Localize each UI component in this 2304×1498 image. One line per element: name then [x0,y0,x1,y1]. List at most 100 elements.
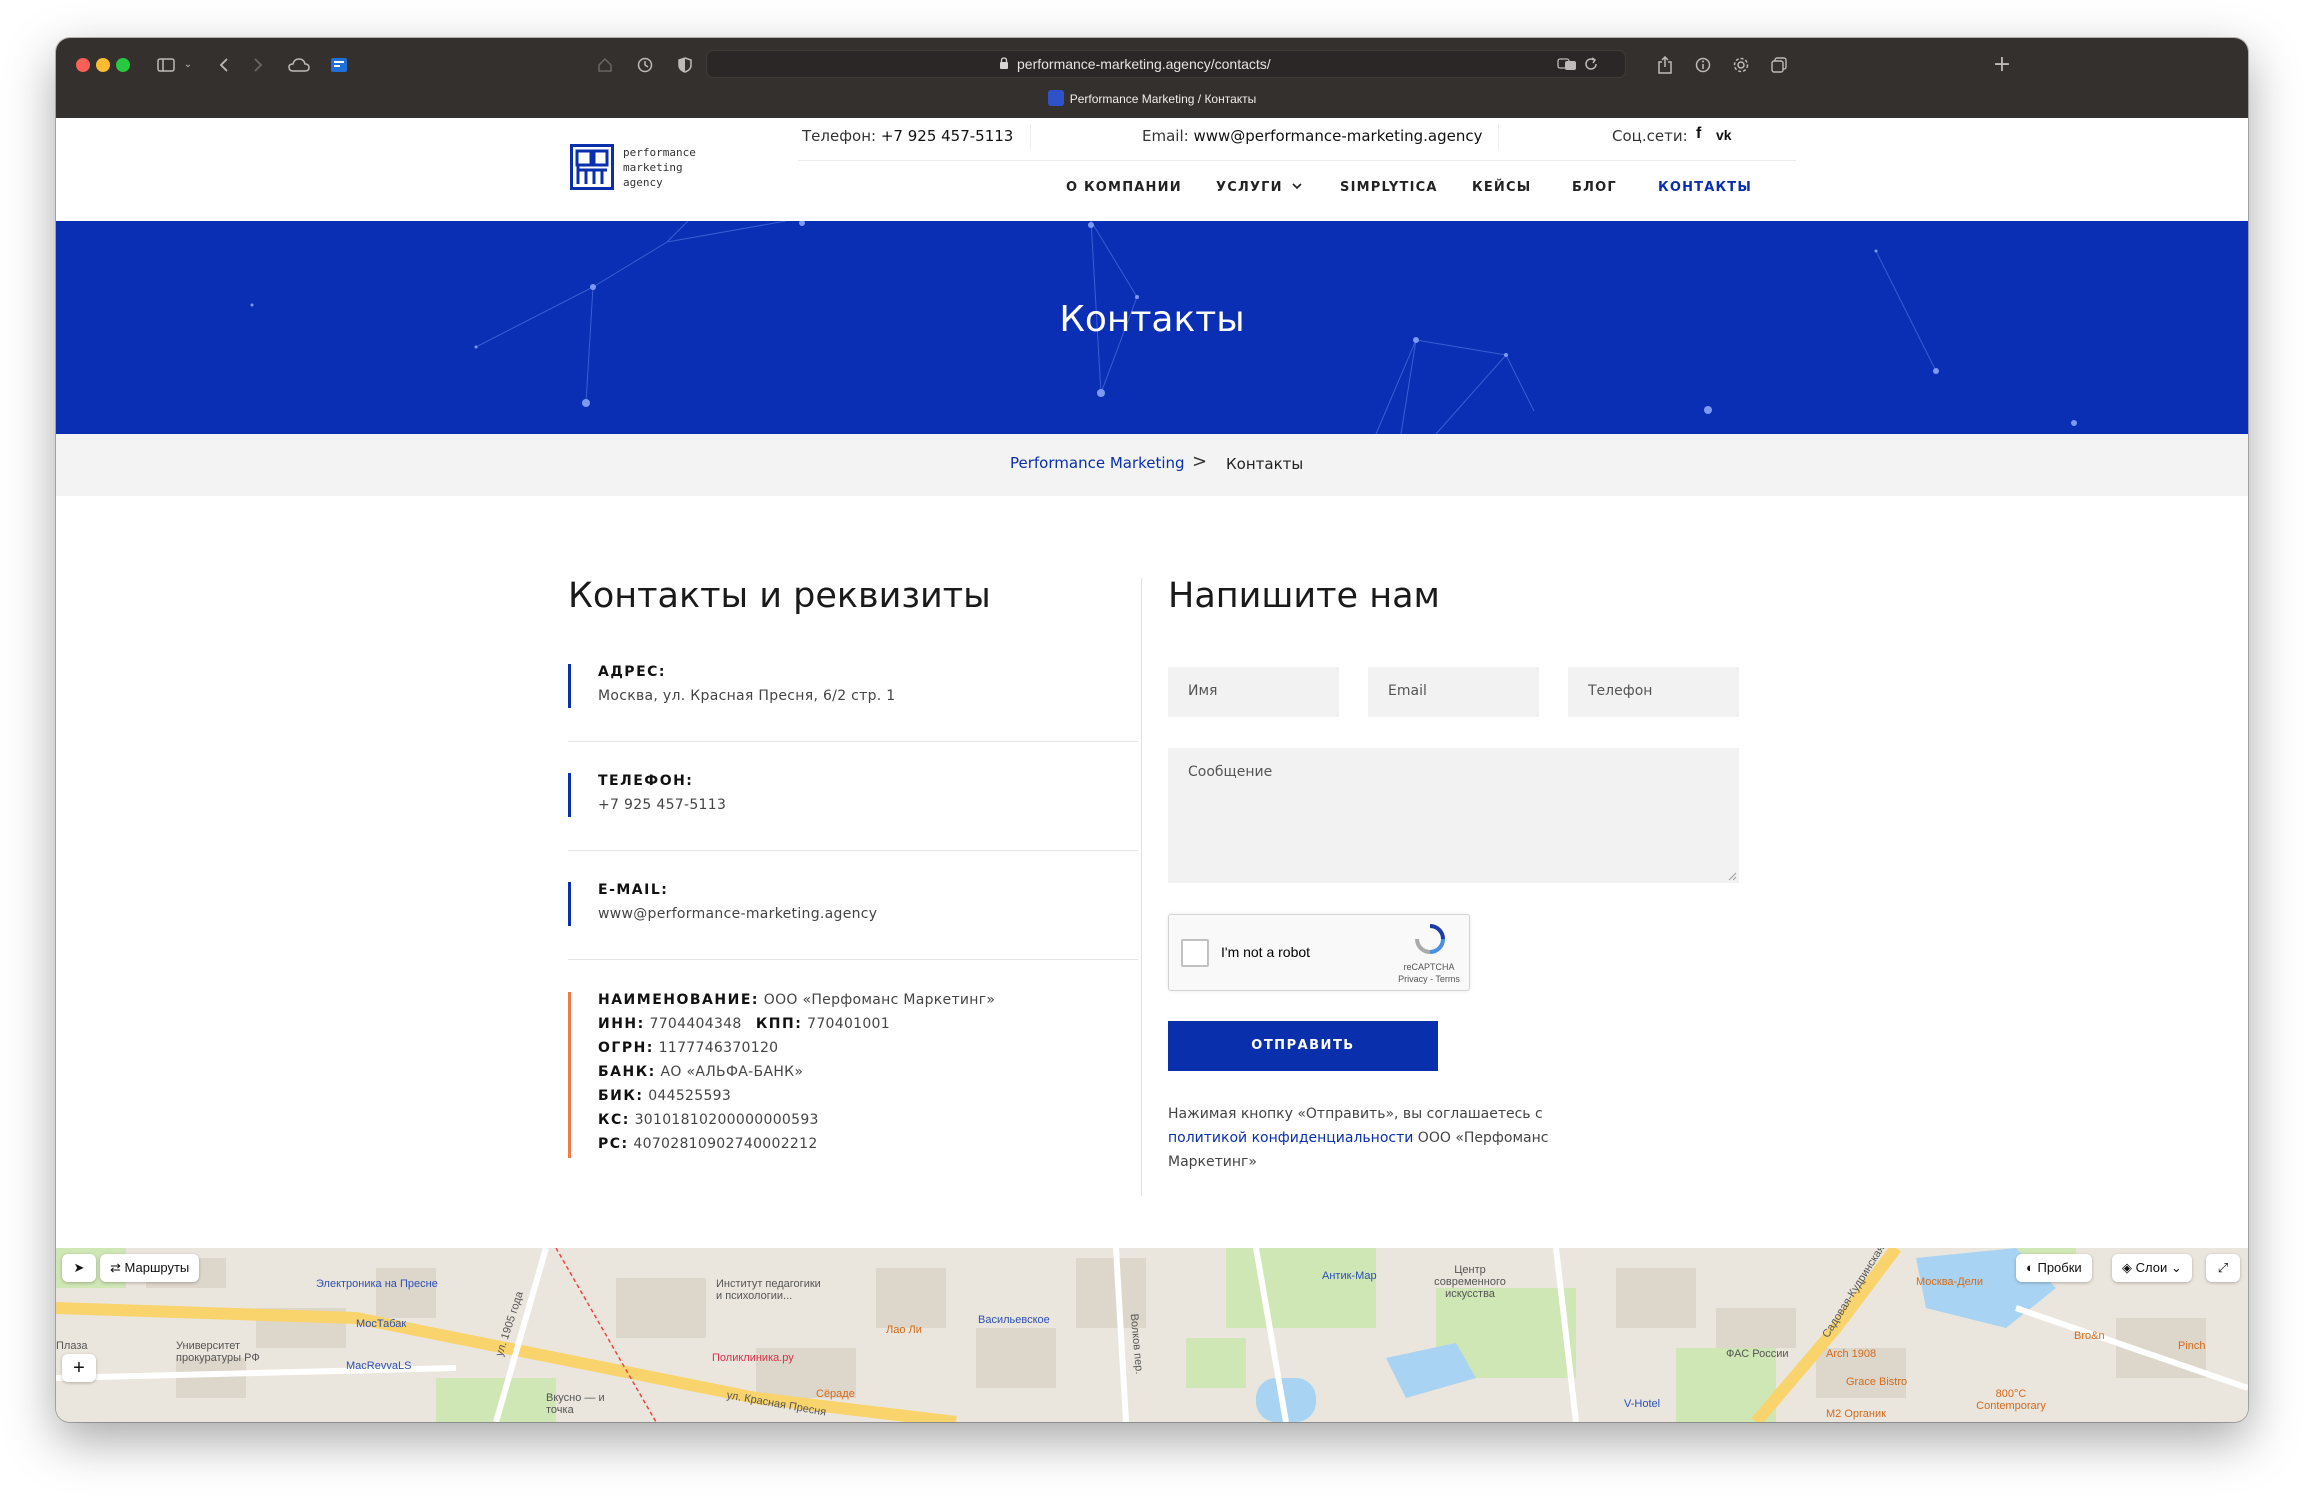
zoom-window-button[interactable] [116,58,130,72]
chevron-down-icon [1292,183,1303,190]
requisite-key: КС: [598,1112,630,1128]
share-icon[interactable] [1654,52,1676,78]
map-place[interactable]: 800°C Contemporary [1966,1388,2056,1412]
requisite-key: РС: [598,1136,629,1152]
email-value[interactable]: www@performance-marketing.agency [598,906,877,922]
nav-services-label: УСЛУГИ [1216,180,1283,195]
address-bar[interactable]: performance-marketing.agency/contacts/ [706,50,1626,78]
name-input[interactable]: Имя [1168,667,1339,717]
minimize-window-button[interactable] [96,58,110,72]
vk-icon[interactable]: vk [1716,127,1732,143]
map-place[interactable]: Центр современного искусства [1420,1264,1520,1300]
message-textarea[interactable]: Сообщение [1168,748,1739,883]
layers-button[interactable]: ◈ Слои ⌄ [2112,1254,2192,1282]
policy-link[interactable]: политикой конфиденциальности [1168,1130,1413,1146]
header-email[interactable]: Email: www@performance-marketing.agency [1142,127,1483,145]
nav-contacts[interactable]: КОНТАКТЫ [1658,180,1752,195]
map-place[interactable]: Плаза [56,1340,87,1352]
recaptcha-checkbox[interactable] [1181,939,1209,967]
requisite-value: 770401001 [807,1016,890,1032]
hero-banner: Контакты [56,221,2248,434]
lock-icon [1000,57,1008,69]
recaptcha-logo-icon [1415,924,1445,954]
map[interactable]: ➤ ⇄ Маршруты + ◐ Пробки ◈ Слои ⌄ ⤢ Элект… [56,1248,2248,1422]
accent-bar [568,773,571,817]
email-input[interactable]: Email [1368,667,1539,717]
header-phone[interactable]: Телефон: +7 925 457-5113 [802,127,1013,145]
requisite-value: 30101810200000000593 [634,1112,819,1128]
map-place[interactable]: Grace Bistro [1846,1376,1907,1388]
map-place[interactable]: Сёраде [816,1388,855,1400]
requisites-block: НАИМЕНОВАНИЕ: ООО «Перфоманс Маркетинг» … [568,992,1138,1158]
map-place[interactable]: ФАС России [1726,1348,1788,1360]
recaptcha-info: reCAPTCHA Privacy - Terms [1397,961,1461,985]
header-divider [798,160,1796,161]
resize-handle-icon[interactable] [1727,871,1737,881]
breadcrumb-home-link[interactable]: Performance Marketing [1010,454,1185,472]
map-place[interactable]: Pinch [2178,1340,2206,1352]
map-place[interactable]: Bro&n [2074,1330,2105,1342]
icloud-tabs-icon[interactable] [286,52,312,78]
logo-text[interactable]: performance marketing agency [623,145,696,190]
tabs-overview-icon[interactable] [1768,52,1790,78]
requisite-value: АО «АЛЬФА-БАНК» [660,1064,804,1080]
zoom-in-button[interactable]: + [62,1354,96,1382]
divider [1498,124,1499,150]
nav-cases[interactable]: КЕЙСЫ [1472,180,1531,195]
map-place[interactable]: Университет прокуратуры РФ [176,1340,296,1364]
map-place[interactable]: MacRevvaLS [346,1360,411,1372]
recaptcha-links[interactable]: Privacy - Terms [1397,973,1461,985]
map-place[interactable]: Васильевское [978,1314,1050,1326]
fullscreen-button[interactable]: ⤢ [2206,1254,2240,1282]
map-place[interactable]: Электроника на Пресне [316,1278,438,1290]
requisite-value: 044525593 [648,1088,732,1104]
map-place[interactable]: Arch 1908 [1826,1348,1876,1360]
phone-input[interactable]: Телефон [1568,667,1739,717]
nav-blog[interactable]: БЛОГ [1572,180,1617,195]
map-place[interactable]: Антик-Мар [1322,1270,1377,1282]
divider [568,959,1138,960]
requisite-key: ИНН: [598,1016,645,1032]
map-place[interactable]: Лао Ли [886,1324,922,1336]
locate-me-button[interactable]: ➤ [62,1254,96,1282]
translate-icon[interactable] [1555,51,1579,77]
address-value: Москва, ул. Красная Пресня, 6/2 стр. 1 [598,688,896,704]
close-window-button[interactable] [76,58,90,72]
history-icon[interactable] [634,52,656,78]
map-place[interactable]: M2 Органик [1826,1408,1886,1420]
reload-icon[interactable] [1581,51,1601,77]
logo-line: agency [623,176,663,189]
sidebar-icon[interactable] [154,52,178,78]
privacy-shield-icon[interactable] [674,52,696,78]
map-place[interactable]: Институт педагогики и психологии... [716,1278,826,1302]
nav-about[interactable]: О КОМПАНИИ [1066,180,1182,195]
nav-simplytica[interactable]: SIMPLYTICA [1340,180,1438,195]
gear-icon[interactable] [1730,52,1752,78]
map-place[interactable]: Поликлиника.ру [712,1352,794,1364]
traffic-button[interactable]: ◐ Пробки [2016,1254,2092,1282]
new-tab-icon[interactable]: + [1990,52,2014,78]
requisite-value: 40702810902740002212 [633,1136,818,1152]
submit-button[interactable]: ОТПРАВИТЬ [1168,1021,1438,1071]
map-place[interactable]: Москва-Дели [1916,1276,1983,1288]
map-place[interactable]: V-Hotel [1624,1398,1660,1410]
browser-toolbar: ⌄ performance-marketing.agency/contacts/ [56,38,2248,118]
facebook-icon[interactable]: f [1696,125,1701,143]
nav-services[interactable]: УСЛУГИ [1216,180,1303,195]
home-icon[interactable] [594,52,616,78]
routes-button[interactable]: ⇄ Маршруты [100,1254,200,1282]
phone-value[interactable]: +7 925 457-5113 [598,797,726,813]
active-tab[interactable]: Performance Marketing / Контакты [56,90,2248,114]
extension-icon[interactable] [328,52,350,78]
map-place[interactable]: Вкусно — и точка [546,1392,616,1416]
column-divider [1141,578,1142,1196]
back-icon[interactable] [214,52,234,78]
forward-icon[interactable] [248,52,268,78]
traffic-label: Пробки [2037,1260,2082,1275]
chevron-down-icon[interactable]: ⌄ [182,52,194,78]
info-icon[interactable] [1692,52,1714,78]
address-block: АДРЕС: Москва, ул. Красная Пресня, 6/2 с… [568,664,1138,708]
map-place[interactable]: МосТабак [356,1318,406,1330]
requisite-key: НАИМЕНОВАНИЕ: [598,992,759,1008]
agency-logo-icon[interactable] [570,144,614,190]
